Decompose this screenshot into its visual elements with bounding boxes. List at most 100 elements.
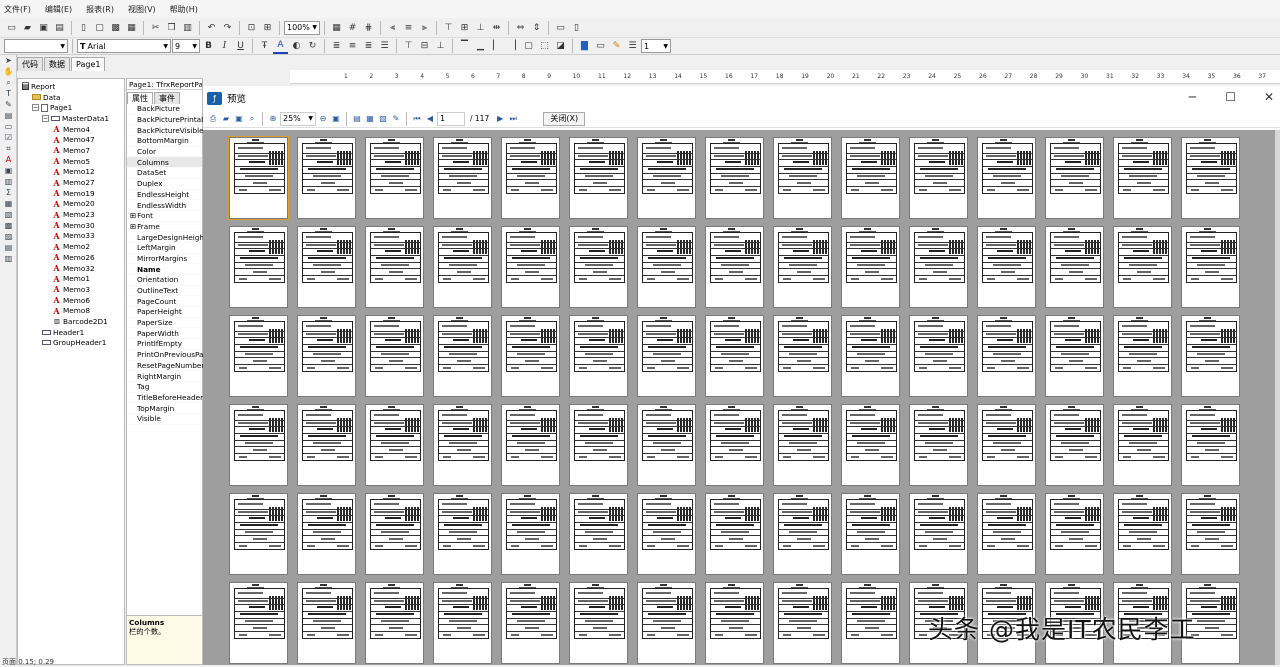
page-thumbnail[interactable] (569, 404, 628, 486)
page-thumbnail[interactable] (773, 315, 832, 397)
font-color-icon[interactable]: A (273, 39, 288, 54)
page-thumbnail[interactable] (773, 226, 832, 308)
fit-grid-icon[interactable]: ⋕ (361, 20, 376, 35)
fill-color-icon[interactable]: ▇ (577, 39, 592, 54)
page-thumbnail[interactable] (365, 582, 424, 664)
menu-item[interactable]: 报表(R) (86, 4, 114, 15)
insert-table-icon[interactable]: ▤ (1, 242, 16, 253)
insert-text-icon[interactable]: A (1, 154, 16, 165)
center-vertical-icon[interactable]: ⇕ (529, 20, 544, 35)
page-thumbnail[interactable] (1181, 137, 1240, 219)
frame-right-icon[interactable]: ▕ (505, 39, 520, 54)
page-thumbnail[interactable] (229, 226, 288, 308)
page-thumbnail[interactable] (1113, 404, 1172, 486)
page-thumbnail[interactable] (841, 582, 900, 664)
text-align-center-icon[interactable]: ≡ (345, 39, 360, 54)
page-thumbnail[interactable] (1045, 137, 1104, 219)
property-row[interactable]: EndlessHeight (127, 190, 202, 201)
valign-center-icon[interactable]: ⊟ (417, 39, 432, 54)
tree-node[interactable]: A Memo23 (18, 209, 124, 220)
page-thumbnail[interactable] (228, 136, 289, 220)
page-thumbnail[interactable] (1113, 226, 1172, 308)
open-folder-icon[interactable]: ▰ (20, 20, 35, 35)
page-thumbnail[interactable] (297, 493, 356, 575)
page-thumbnail[interactable] (365, 404, 424, 486)
ungroup-icon[interactable]: ⊞ (260, 20, 275, 35)
page-thumbnail[interactable] (637, 137, 696, 219)
property-row[interactable]: TopMargin (127, 403, 202, 414)
page-thumbnail[interactable] (977, 315, 1036, 397)
page-thumbnail[interactable] (501, 315, 560, 397)
page-thumbnail[interactable] (501, 137, 560, 219)
page-thumbnail[interactable] (501, 226, 560, 308)
text-align-left-icon[interactable]: ≣ (329, 39, 344, 54)
page-thumbnail[interactable] (1181, 493, 1240, 575)
insert-picture-icon[interactable]: ▣ (1, 165, 16, 176)
page-thumbnail[interactable] (433, 226, 492, 308)
tree-node[interactable]: − MasterData1 (18, 113, 124, 124)
frame-left-icon[interactable]: ▏ (489, 39, 504, 54)
zoom-tool-icon[interactable]: ⌕ (1, 77, 16, 88)
property-row[interactable]: ⊞ Frame (127, 222, 202, 233)
redo-icon[interactable]: ↷ (220, 20, 235, 35)
frame-width-icon[interactable]: ☰ (625, 39, 640, 54)
show-grid-icon[interactable]: ▦ (329, 20, 344, 35)
print-icon[interactable]: ⎙ (207, 113, 219, 125)
page-thumbnail[interactable] (569, 226, 628, 308)
property-expand-icon[interactable]: ⊞ (130, 222, 136, 231)
tree-node[interactable]: − Page1 (18, 102, 124, 113)
align-bottom-icon[interactable]: ⊥ (473, 20, 488, 35)
rotate-icon[interactable]: ↻ (305, 39, 320, 54)
align-left-icon[interactable]: ⫷ (385, 20, 400, 35)
minimize-icon[interactable]: ─ (1189, 90, 1196, 104)
insert-band-icon[interactable]: ▤ (1, 110, 16, 121)
insert-memo-icon[interactable]: ▭ (1, 121, 16, 132)
property-row[interactable]: BackPictureVisible (127, 125, 204, 137)
tab-page1[interactable]: Page1 (71, 57, 106, 71)
insert-shape-icon[interactable]: ▦ (1, 198, 16, 209)
italic-button[interactable]: I (217, 39, 232, 54)
tree-node[interactable]: A Memo19 (18, 188, 124, 199)
tab-properties[interactable]: 属性 (127, 92, 153, 104)
page-thumbnail[interactable] (1181, 226, 1240, 308)
new-file-icon[interactable]: ▭ (4, 20, 19, 35)
underline-button[interactable]: U (233, 39, 248, 54)
page-thumbnail[interactable] (705, 493, 764, 575)
property-row[interactable]: EndlessWidth (127, 200, 202, 211)
page-thumbnail[interactable] (637, 226, 696, 308)
page-thumbnail[interactable] (637, 315, 696, 397)
page-thumbnail[interactable] (229, 493, 288, 575)
vertical-scrollbar[interactable] (1275, 130, 1280, 665)
page-thumbnail[interactable] (705, 315, 764, 397)
tree-node[interactable]: A Memo5 (18, 156, 124, 167)
insert-crosstab-icon[interactable]: ▩ (1, 220, 16, 231)
page-thumbnail[interactable] (297, 226, 356, 308)
page-thumbnail[interactable] (1181, 315, 1240, 397)
page-thumbnail[interactable] (841, 315, 900, 397)
page-thumbnail[interactable] (977, 493, 1036, 575)
frame-none-icon[interactable]: ⬚ (537, 39, 552, 54)
property-row[interactable]: BackPicturePrintable (127, 115, 212, 126)
page-thumbnail[interactable] (841, 493, 900, 575)
tree-node[interactable]: A Memo2 (18, 241, 124, 252)
property-row[interactable]: PrintOnPreviousPage (127, 350, 213, 361)
page-thumbnail[interactable] (229, 404, 288, 486)
property-row[interactable]: PaperHeight (127, 307, 202, 318)
highlight-icon[interactable]: ◐ (289, 39, 304, 54)
page-thumbnail[interactable] (501, 493, 560, 575)
tree-node[interactable]: GroupHeader1 (18, 338, 124, 349)
tree-node[interactable]: A Memo30 (18, 220, 124, 231)
tab-data[interactable]: 数据 (44, 57, 70, 71)
cut-icon[interactable]: ✂ (148, 20, 163, 35)
page-thumbnail[interactable] (365, 226, 424, 308)
tab-code[interactable]: 代码 (17, 57, 43, 71)
property-row[interactable]: Color (127, 147, 202, 158)
tree-node[interactable]: A Memo32 (18, 263, 124, 274)
page-thumbnail[interactable] (909, 315, 968, 397)
new-dialog-icon[interactable]: ▢ (92, 20, 107, 35)
same-width-icon[interactable]: ▭ (553, 20, 568, 35)
text-tool-icon[interactable]: T (1, 88, 16, 99)
format-painter-icon[interactable]: ✎ (1, 99, 16, 110)
page-thumbnail[interactable] (433, 582, 492, 664)
frame-top-icon[interactable]: ▔ (457, 39, 472, 54)
